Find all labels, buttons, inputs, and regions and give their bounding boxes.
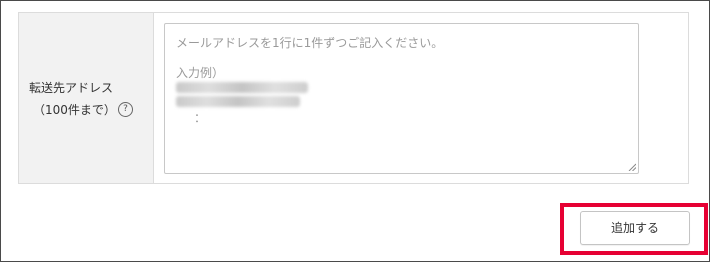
resize-grip-icon[interactable] — [628, 163, 636, 171]
add-button[interactable]: 追加する — [580, 211, 690, 245]
placeholder-example-label: 入力例） — [176, 66, 225, 80]
field-label: 転送先アドレス — [29, 81, 114, 95]
field-label-cell: 転送先アドレス （100件まで） ? — [19, 13, 154, 183]
field-value-cell: メールアドレスを1行に1件ずつご記入ください。 入力例） ： — [154, 13, 688, 183]
forwarding-address-form: 転送先アドレス （100件まで） ? メールアドレスを1行に1件ずつご記入くださ… — [18, 12, 689, 184]
field-limit-note: （100件まで） — [33, 103, 116, 117]
blurred-example-address — [176, 96, 300, 107]
placeholder-continuation-mark: ： — [194, 111, 207, 125]
forwarding-address-textarea[interactable]: メールアドレスを1行に1件ずつご記入ください。 入力例） ： — [164, 23, 639, 174]
placeholder-instruction: メールアドレスを1行に1件ずつご記入ください。 — [176, 36, 444, 50]
help-icon[interactable]: ? — [118, 102, 133, 117]
blurred-example-address — [176, 82, 308, 93]
